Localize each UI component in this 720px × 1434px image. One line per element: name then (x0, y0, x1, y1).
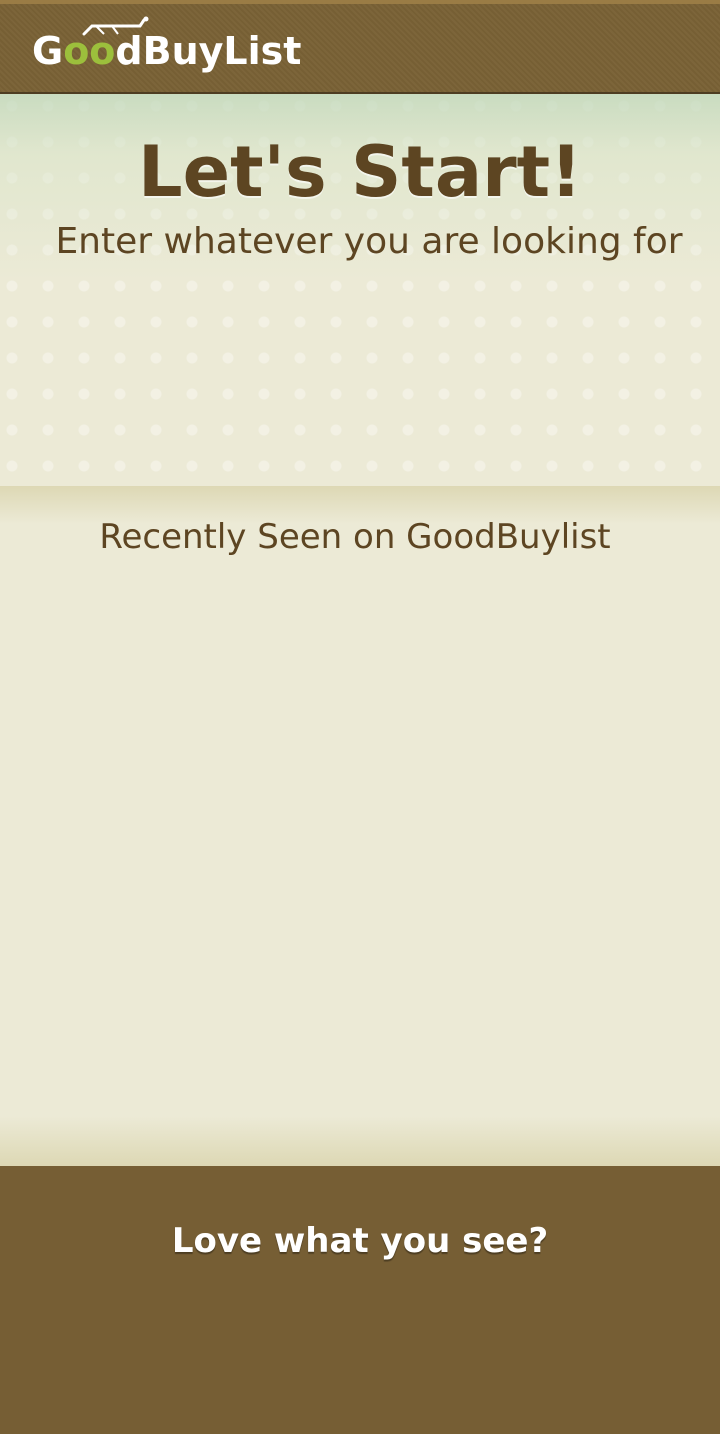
logo-text-g: G (32, 29, 64, 73)
shopping-cart-icon (82, 16, 149, 36)
footer-section (0, 1166, 720, 1434)
hero-subtitle: Enter whatever you are looking for (55, 221, 683, 262)
goodbuylist-logo[interactable]: GoodBuyList (32, 16, 301, 76)
recently-seen-section (0, 486, 720, 1166)
footer-title: Love what you see? (171, 1221, 549, 1261)
app-header: GoodBuyList (0, 0, 720, 94)
recently-seen-title: Recently Seen on GoodBuylist (99, 517, 611, 557)
hero-title: Let's Start! (137, 131, 583, 213)
